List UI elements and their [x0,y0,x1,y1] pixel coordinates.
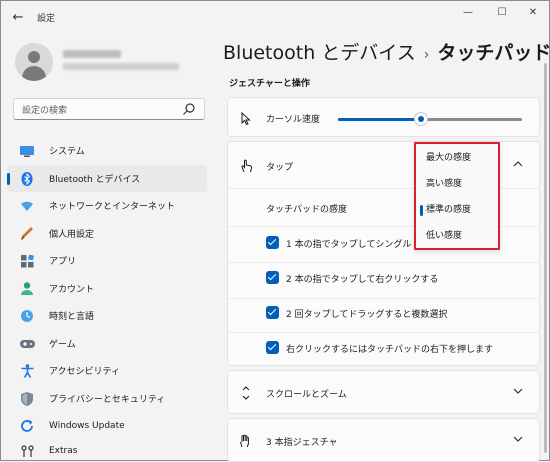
sidebar-item-windows-update[interactable]: Windows Update [7,412,207,440]
personalization-icon [19,226,35,242]
user-name-redacted [63,50,121,58]
sensitivity-option-max[interactable]: 最大の感度 [416,145,498,171]
cursor-speed-slider[interactable] [338,112,522,126]
system-icon [19,143,35,159]
sensitivity-option-medium[interactable]: 標準の感度 [416,197,498,223]
slider-fill [338,118,421,121]
windows-update-icon [19,418,35,434]
divider [228,332,539,333]
sidebar-item-system[interactable]: システム [7,137,207,165]
network-icon [19,198,35,214]
section-title: ジェスチャーと操作 [229,79,310,89]
scrollbar[interactable] [544,63,547,453]
sidebar-item-bluetooth[interactable]: Bluetooth とデバイス [7,164,207,192]
one-finger-tap-checkbox[interactable] [266,236,279,249]
sidebar-item-label: 個人用設定 [49,229,95,240]
cursor-speed-label: カーソル速度 [266,115,321,125]
sidebar-item-gaming[interactable]: ゲーム [7,330,207,358]
sidebar-item-label: アプリ [49,257,77,268]
two-finger-tap-checkbox[interactable] [266,271,279,284]
search-placeholder: 設定の検索 [22,106,68,116]
sidebar-item-accounts[interactable]: アカウント [7,275,207,303]
sidebar-item-accessibility[interactable]: アクセシビリティ [7,357,207,385]
sidebar-item-label: システム [49,147,85,158]
chevron-down-icon[interactable] [513,435,523,445]
maximize-button[interactable]: ☐ [488,5,516,21]
sidebar-item-label: Windows Update [49,420,125,431]
search-input[interactable]: 設定の検索 [13,98,205,120]
scroll-icon [238,385,254,401]
back-button[interactable]: ← [9,9,27,27]
sensitivity-dropdown: 最大の感度 高い感度 標準の感度 低い感度 [414,142,500,250]
bottom-right-click-label: 右クリックするにはタッチパッドの右下を押します [286,345,494,355]
breadcrumb-separator: › [423,47,430,63]
minimize-button[interactable]: — [454,5,482,21]
sidebar-nav: システム Bluetooth とデバイス ネットワークとインターネット 個人用設… [1,137,213,462]
extras-icon [19,443,35,459]
selection-indicator [7,172,10,185]
two-finger-tap-label: 2 本の指でタップして右クリックする [286,275,439,285]
breadcrumb: Bluetooth とデバイス › タッチパッド [223,38,550,65]
chevron-up-icon[interactable] [513,160,523,170]
privacy-icon [19,391,35,407]
bottom-right-click-checkbox[interactable] [266,341,279,354]
three-finger-icon [238,433,254,449]
scroll-zoom-label: スクロールとズーム [266,390,347,400]
double-tap-drag-checkbox[interactable] [266,306,279,319]
slider-thumb[interactable] [413,112,428,126]
sidebar-item-privacy[interactable]: プライバシーとセキュリティ [7,385,207,413]
search-icon [183,103,195,115]
tap-icon [238,158,254,174]
sidebar-item-label: アカウント [49,284,95,295]
sidebar-item-personalization[interactable]: 個人用設定 [7,220,207,248]
window-title: 設定 [37,14,56,24]
avatar[interactable] [15,43,53,81]
time-language-icon [19,308,35,324]
sidebar-item-label: プライバシーとセキュリティ [49,394,166,405]
gaming-icon [19,336,35,352]
scroll-zoom-card[interactable]: スクロールとズーム [227,370,540,414]
three-finger-card[interactable]: 3 本指ジェスチャ [227,418,540,462]
bluetooth-icon [19,171,35,187]
sidebar-item-label: ネットワークとインターネット [49,202,176,213]
cursor-speed-card: カーソル速度 [227,97,540,137]
breadcrumb-parent[interactable]: Bluetooth とデバイス [223,42,416,64]
account-icon [19,281,35,297]
divider [228,298,539,299]
page-title: タッチパッド [437,42,550,64]
double-tap-drag-label: 2 回タップしてドラッグすると複数選択 [286,310,448,320]
sidebar-item-time-language[interactable]: 時刻と言語 [7,302,207,330]
chevron-down-icon[interactable] [513,387,523,397]
sensitivity-label: タッチパッドの感度 [266,205,348,215]
sidebar-item-label: Bluetooth とデバイス [49,174,141,185]
sensitivity-option-high[interactable]: 高い感度 [416,171,498,197]
sensitivity-option-low[interactable]: 低い感度 [416,223,498,249]
sidebar-item-apps[interactable]: アプリ [7,247,207,275]
selected-indicator [420,205,423,216]
sidebar-item-label: 時刻と言語 [49,312,95,323]
accessibility-icon [19,363,35,379]
apps-icon [19,253,35,269]
sidebar-item-extras[interactable]: Extras [7,440,207,462]
tap-label: タップ [266,163,294,173]
sidebar-item-label: ゲーム [49,339,76,350]
cursor-icon [238,110,254,126]
title-bar: ← 設定 — ☐ ✕ [1,1,549,33]
divider [228,262,539,263]
close-button[interactable]: ✕ [519,5,547,21]
sidebar-item-label: アクセシビリティ [49,367,121,378]
settings-window: ← 設定 — ☐ ✕ 設定の検索 システム Bluetooth とデバイス ネッ… [0,0,550,462]
sidebar-item-network[interactable]: ネットワークとインターネット [7,192,207,220]
sidebar-item-label: Extras [49,445,78,456]
three-finger-label: 3 本指ジェスチャ [266,438,338,448]
user-email-redacted [63,63,179,70]
